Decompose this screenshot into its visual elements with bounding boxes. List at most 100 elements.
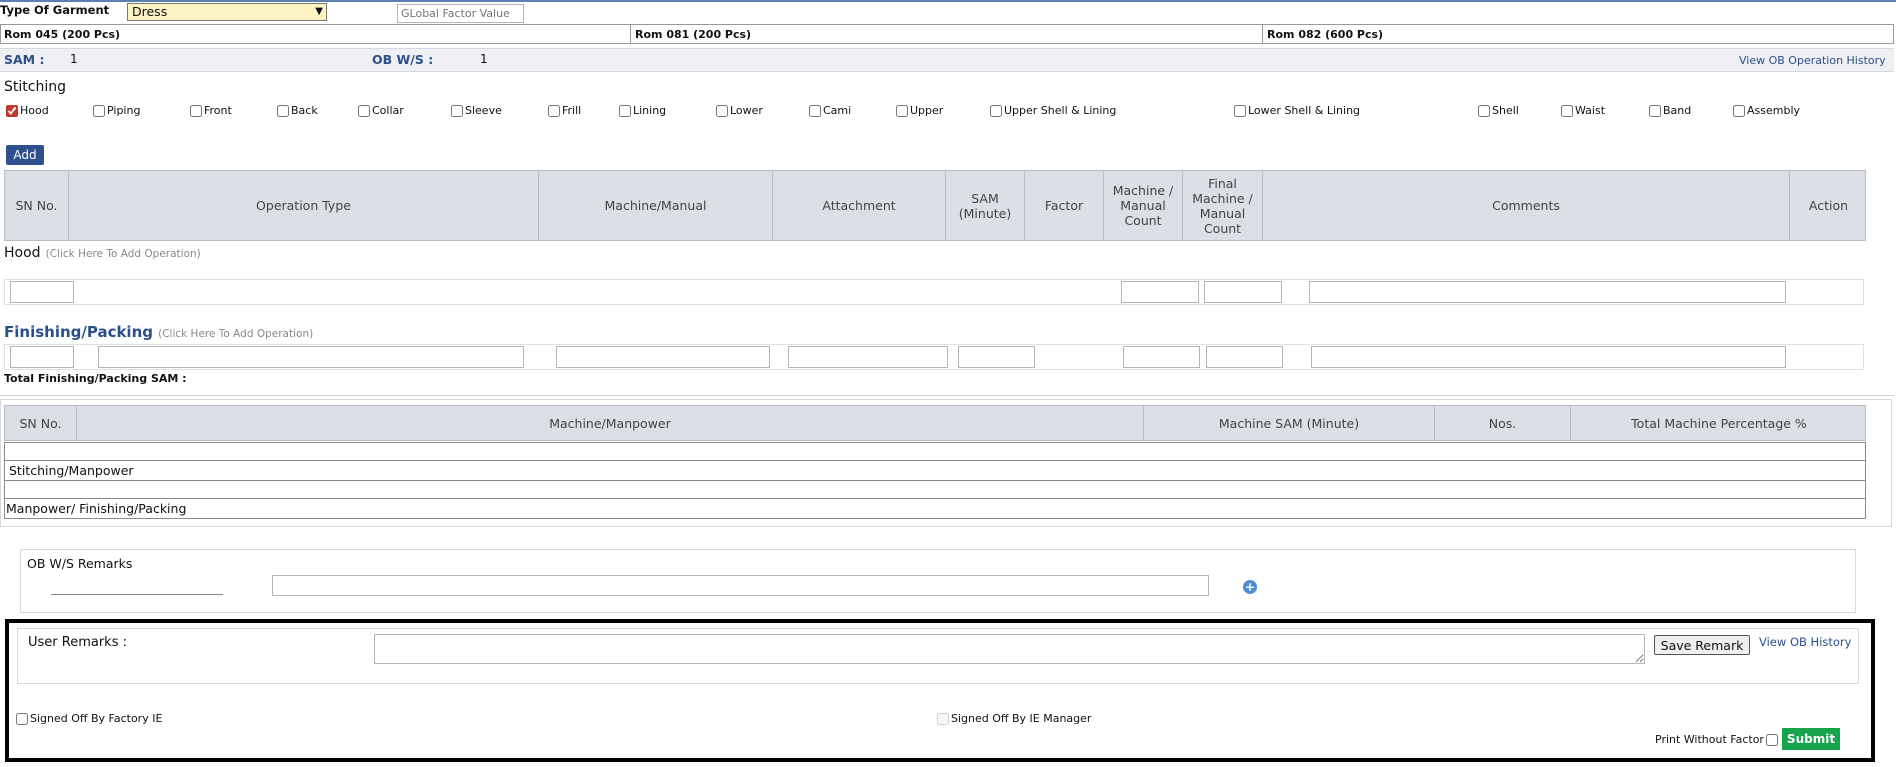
checkbox-lower-shell-lining[interactable]: Lower Shell & Lining — [1234, 104, 1360, 117]
signed-off-factory-ie[interactable]: Signed Off By Factory IE — [16, 712, 162, 725]
checkbox-label: Lining — [633, 104, 667, 117]
obws-value: 1 — [480, 52, 488, 66]
finishing-section-title[interactable]: Finishing/Packing (Click Here To Add Ope… — [4, 322, 313, 341]
finishing-comments-input[interactable] — [1311, 346, 1786, 368]
signed-off-factory-ie-checkbox[interactable] — [16, 712, 28, 725]
mcol-machine-manpower: Machine/Manpower — [77, 406, 1144, 440]
mcol-total-machine-percentage: Total Machine Percentage % — [1631, 415, 1807, 431]
print-without-factor[interactable]: Print Without Factor — [1655, 733, 1778, 746]
checkbox-sleeve[interactable]: Sleeve — [451, 104, 502, 117]
hood-comments-input[interactable] — [1309, 281, 1786, 303]
checkbox-input[interactable] — [358, 104, 370, 117]
signed-off-ie-manager[interactable]: Signed Off By IE Manager — [937, 712, 1091, 725]
save-remark-button[interactable]: Save Remark — [1654, 635, 1750, 655]
checkbox-frill[interactable]: Frill — [548, 104, 581, 117]
submit-button[interactable]: Submit — [1782, 728, 1840, 750]
checkbox-input[interactable] — [1649, 104, 1661, 117]
global-factor-input[interactable] — [397, 4, 524, 23]
add-circle-icon[interactable]: + — [1243, 580, 1257, 594]
checkbox-input[interactable] — [93, 104, 105, 117]
checkbox-input[interactable] — [619, 104, 631, 117]
checkbox-collar[interactable]: Collar — [358, 104, 404, 117]
mcol-machine-sam: Machine SAM (Minute) — [1144, 406, 1435, 440]
col-machine-manual: Machine/Manual — [539, 171, 773, 240]
checkbox-hood[interactable]: Hood — [6, 104, 49, 117]
checkbox-input[interactable] — [1561, 104, 1573, 117]
user-remarks-textarea[interactable] — [374, 634, 1645, 664]
checkbox-cami[interactable]: Cami — [809, 104, 851, 117]
rom-cell-3: Rom 082 (600 Pcs) — [1267, 28, 1384, 41]
hood-sn-input[interactable] — [10, 281, 74, 303]
checkbox-upper[interactable]: Upper — [896, 104, 943, 117]
checkbox-label: Cami — [823, 104, 852, 117]
finishing-sam-input[interactable] — [958, 346, 1035, 368]
checkbox-waist[interactable]: Waist — [1561, 104, 1605, 117]
checkbox-label: Upper Shell & Lining — [1004, 104, 1117, 117]
total-finishing-sam-label: Total Finishing/Packing SAM : — [4, 372, 187, 385]
rom-cell-2: Rom 081 (200 Pcs) — [635, 28, 752, 41]
checkbox-lining[interactable]: Lining — [619, 104, 666, 117]
hood-add-hint: (Click Here To Add Operation) — [45, 248, 201, 260]
checkbox-upper-shell-lining[interactable]: Upper Shell & Lining — [990, 104, 1116, 117]
rom-cell-1: Rom 045 (200 Pcs) — [4, 28, 121, 41]
add-button[interactable]: Add — [6, 145, 44, 165]
checkbox-input[interactable] — [548, 104, 560, 117]
checkbox-input[interactable] — [990, 104, 1002, 117]
obws-remarks-input[interactable] — [272, 575, 1209, 596]
checkbox-input[interactable] — [809, 104, 821, 117]
checkbox-input[interactable] — [1234, 104, 1246, 117]
finishing-final-count-input[interactable] — [1206, 346, 1283, 368]
garment-type-select[interactable]: Dress ▼ — [127, 3, 327, 21]
print-without-factor-checkbox[interactable] — [1765, 733, 1778, 746]
finishing-operation-type-input[interactable] — [98, 346, 524, 368]
checkbox-front[interactable]: Front — [190, 104, 232, 117]
hood-section-title[interactable]: Hood (Click Here To Add Operation) — [4, 242, 201, 261]
checkbox-shell[interactable]: Shell — [1478, 104, 1519, 117]
finishing-attachment-input[interactable] — [788, 346, 948, 368]
section-divider — [0, 395, 1894, 396]
checkbox-input[interactable] — [277, 104, 289, 117]
checkbox-back[interactable]: Back — [277, 104, 318, 117]
hood-title: Hood — [4, 245, 41, 261]
machine-table-row — [4, 480, 1866, 499]
row-label: Manpower/ Finishing/Packing — [6, 501, 187, 516]
checkbox-label: Sleeve — [465, 104, 502, 117]
finishing-machine-count-input[interactable] — [1123, 346, 1200, 368]
checkbox-input[interactable] — [190, 104, 202, 117]
hood-machine-count-input[interactable] — [1121, 281, 1199, 303]
rom-cell-divider-1 — [630, 24, 631, 44]
col-action: Action — [1808, 198, 1849, 213]
checkbox-input[interactable] — [1733, 104, 1745, 117]
checkbox-lower[interactable]: Lower — [716, 104, 763, 117]
hood-final-count-input[interactable] — [1204, 281, 1282, 303]
signed-off-factory-ie-label: Signed Off By Factory IE — [30, 712, 163, 725]
summary-bar — [0, 48, 1894, 72]
view-ob-history-link[interactable]: View OB History — [1759, 635, 1851, 649]
signed-off-ie-manager-checkbox[interactable] — [937, 712, 949, 725]
checkbox-piping[interactable]: Piping — [93, 104, 140, 117]
checkbox-label: Shell — [1492, 104, 1519, 117]
checkbox-input[interactable] — [716, 104, 728, 117]
top-accent-line — [0, 0, 1896, 2]
garment-type-label: Type Of Garment — [0, 3, 110, 17]
view-ob-operation-history-link[interactable]: View OB Operation History — [1739, 54, 1886, 67]
checkbox-input[interactable] — [896, 104, 908, 117]
garment-type-value: Dress — [132, 4, 168, 19]
finishing-machine-manual-input[interactable] — [556, 346, 770, 368]
checkbox-input[interactable] — [451, 104, 463, 117]
checkbox-input[interactable] — [1478, 104, 1490, 117]
checkbox-band[interactable]: Band — [1649, 104, 1691, 117]
col-sam-minute: SAM (Minute) — [946, 171, 1025, 240]
machine-table-row: Stitching/Manpower — [4, 460, 1866, 481]
machine-table-header: SN No. Machine/Manpower Machine SAM (Min… — [4, 405, 1866, 441]
checkbox-label: Band — [1663, 104, 1692, 117]
stitching-title: Stitching — [4, 79, 66, 95]
checkbox-input[interactable] — [6, 104, 18, 117]
checkbox-label: Lower Shell & Lining — [1248, 104, 1361, 117]
finishing-sn-input[interactable] — [10, 346, 74, 368]
operations-table-header: SN No. Operation Type Machine/Manual Att… — [4, 170, 1866, 241]
checkbox-label: Front — [204, 104, 232, 117]
obws-label: OB W/S : — [372, 52, 434, 67]
checkbox-assembly[interactable]: Assembly — [1733, 104, 1800, 117]
sam-label: SAM : — [4, 52, 45, 67]
